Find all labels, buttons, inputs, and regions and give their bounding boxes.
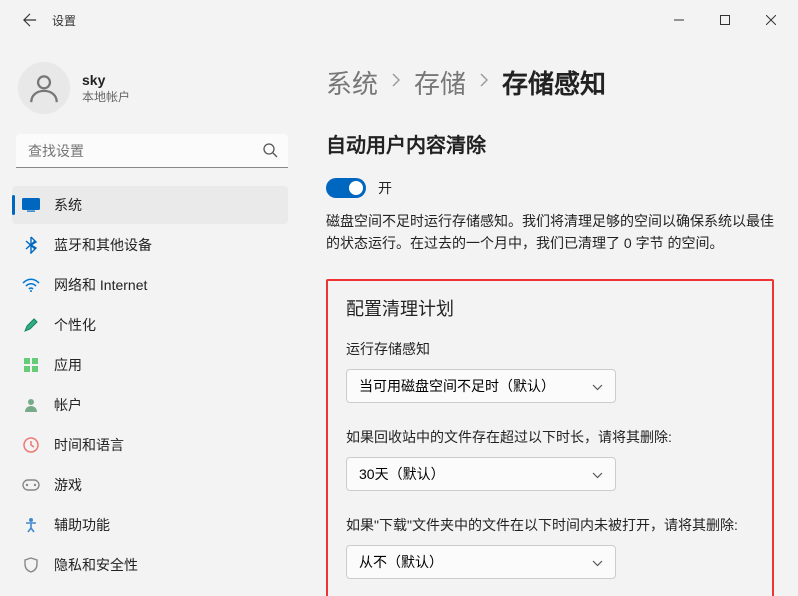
time-icon xyxy=(22,436,40,454)
system-icon xyxy=(22,196,40,214)
close-icon xyxy=(766,15,776,25)
back-arrow-icon xyxy=(23,13,37,27)
sidebar-item-gaming[interactable]: 游戏 xyxy=(12,466,288,504)
recycle-bin-select[interactable]: 30天（默认） xyxy=(346,457,616,491)
chevron-right-icon xyxy=(392,73,400,92)
breadcrumb: 系统 存储 存储感知 xyxy=(326,64,774,101)
sidebar-item-bluetooth[interactable]: 蓝牙和其他设备 xyxy=(12,226,288,264)
sidebar-item-label: 系统 xyxy=(54,195,82,215)
window-title: 设置 xyxy=(52,12,76,29)
config-schedule-box: 配置清理计划 运行存储感知 当可用磁盘空间不足时（默认） 如果回收站中的文件存在… xyxy=(326,279,774,596)
sidebar-item-label: 蓝牙和其他设备 xyxy=(54,235,152,255)
chevron-down-icon xyxy=(592,554,603,570)
downloads-value: 从不（默认） xyxy=(359,552,443,572)
sidebar-item-accessibility[interactable]: 辅助功能 xyxy=(12,506,288,544)
search-icon xyxy=(262,142,278,163)
description-text: 磁盘空间不足时运行存储感知。我们将清理足够的空间以确保系统以最佳的状态运行。在过… xyxy=(326,210,774,255)
back-button[interactable] xyxy=(20,10,40,30)
sidebar-item-privacy[interactable]: 隐私和安全性 xyxy=(12,546,288,584)
sidebar-item-label: 时间和语言 xyxy=(54,435,124,455)
wifi-icon xyxy=(22,276,40,294)
person-icon xyxy=(27,71,61,105)
sidebar-item-apps[interactable]: 应用 xyxy=(12,346,288,384)
search-input[interactable] xyxy=(16,134,288,168)
sidebar-item-label: 帐户 xyxy=(54,395,82,415)
minimize-icon xyxy=(674,15,684,25)
bluetooth-icon xyxy=(22,236,40,254)
sidebar-item-label: 个性化 xyxy=(54,315,96,335)
profile-block[interactable]: sky 本地帐户 xyxy=(12,48,296,134)
breadcrumb-storage[interactable]: 存储 xyxy=(414,64,466,101)
breadcrumb-current: 存储感知 xyxy=(502,64,606,101)
chevron-down-icon xyxy=(592,466,603,482)
privacy-icon xyxy=(22,556,40,574)
run-sense-value: 当可用磁盘空间不足时（默认） xyxy=(359,376,555,396)
account-type: 本地帐户 xyxy=(82,88,130,105)
recycle-bin-label: 如果回收站中的文件存在超过以下时长，请将其删除: xyxy=(346,427,754,447)
run-sense-label: 运行存储感知 xyxy=(346,339,754,359)
account-icon xyxy=(22,396,40,414)
close-button[interactable] xyxy=(748,4,794,36)
chevron-down-icon xyxy=(592,378,603,394)
storage-sense-toggle[interactable] xyxy=(326,178,366,198)
sidebar: sky 本地帐户 系统蓝牙和其他设备网络和 Internet 个性化应用帐户时间和… xyxy=(0,40,296,596)
sidebar-item-wifi[interactable]: 网络和 Internet xyxy=(12,266,288,304)
apps-icon xyxy=(22,356,40,374)
avatar xyxy=(18,62,70,114)
search-box xyxy=(16,134,288,168)
sidebar-item-label: 隐私和安全性 xyxy=(54,555,138,575)
config-heading: 配置清理计划 xyxy=(346,295,754,321)
accessibility-icon xyxy=(22,516,40,534)
breadcrumb-system[interactable]: 系统 xyxy=(326,64,378,101)
sidebar-item-label: 网络和 Internet xyxy=(54,275,147,295)
sidebar-item-system[interactable]: 系统 xyxy=(12,186,288,224)
sidebar-item-account[interactable]: 帐户 xyxy=(12,386,288,424)
minimize-button[interactable] xyxy=(656,4,702,36)
maximize-icon xyxy=(720,15,730,25)
toggle-state-label: 开 xyxy=(378,178,392,198)
username: sky xyxy=(82,72,130,88)
gaming-icon xyxy=(22,476,40,494)
sidebar-item-time[interactable]: 时间和语言 xyxy=(12,426,288,464)
personalize-icon xyxy=(22,316,40,334)
downloads-label: 如果"下载"文件夹中的文件在以下时间内未被打开，请将其删除: xyxy=(346,515,754,535)
sidebar-item-personalize[interactable]: 个性化 xyxy=(12,306,288,344)
maximize-button[interactable] xyxy=(702,4,748,36)
run-sense-select[interactable]: 当可用磁盘空间不足时（默认） xyxy=(346,369,616,403)
sidebar-item-label: 游戏 xyxy=(54,475,82,495)
chevron-right-icon xyxy=(480,73,488,92)
recycle-bin-value: 30天（默认） xyxy=(359,464,445,484)
nav-list: 系统蓝牙和其他设备网络和 Internet 个性化应用帐户时间和语言游戏辅助功能隐… xyxy=(12,186,296,584)
section-title: 自动用户内容清除 xyxy=(326,129,774,158)
sidebar-item-label: 辅助功能 xyxy=(54,515,110,535)
sidebar-item-label: 应用 xyxy=(54,355,82,375)
titlebar: 设置 xyxy=(0,0,798,40)
downloads-select[interactable]: 从不（默认） xyxy=(346,545,616,579)
main-content: 系统 存储 存储感知 自动用户内容清除 开 磁盘空间不足时运行存储感知。我们将清… xyxy=(296,40,798,596)
